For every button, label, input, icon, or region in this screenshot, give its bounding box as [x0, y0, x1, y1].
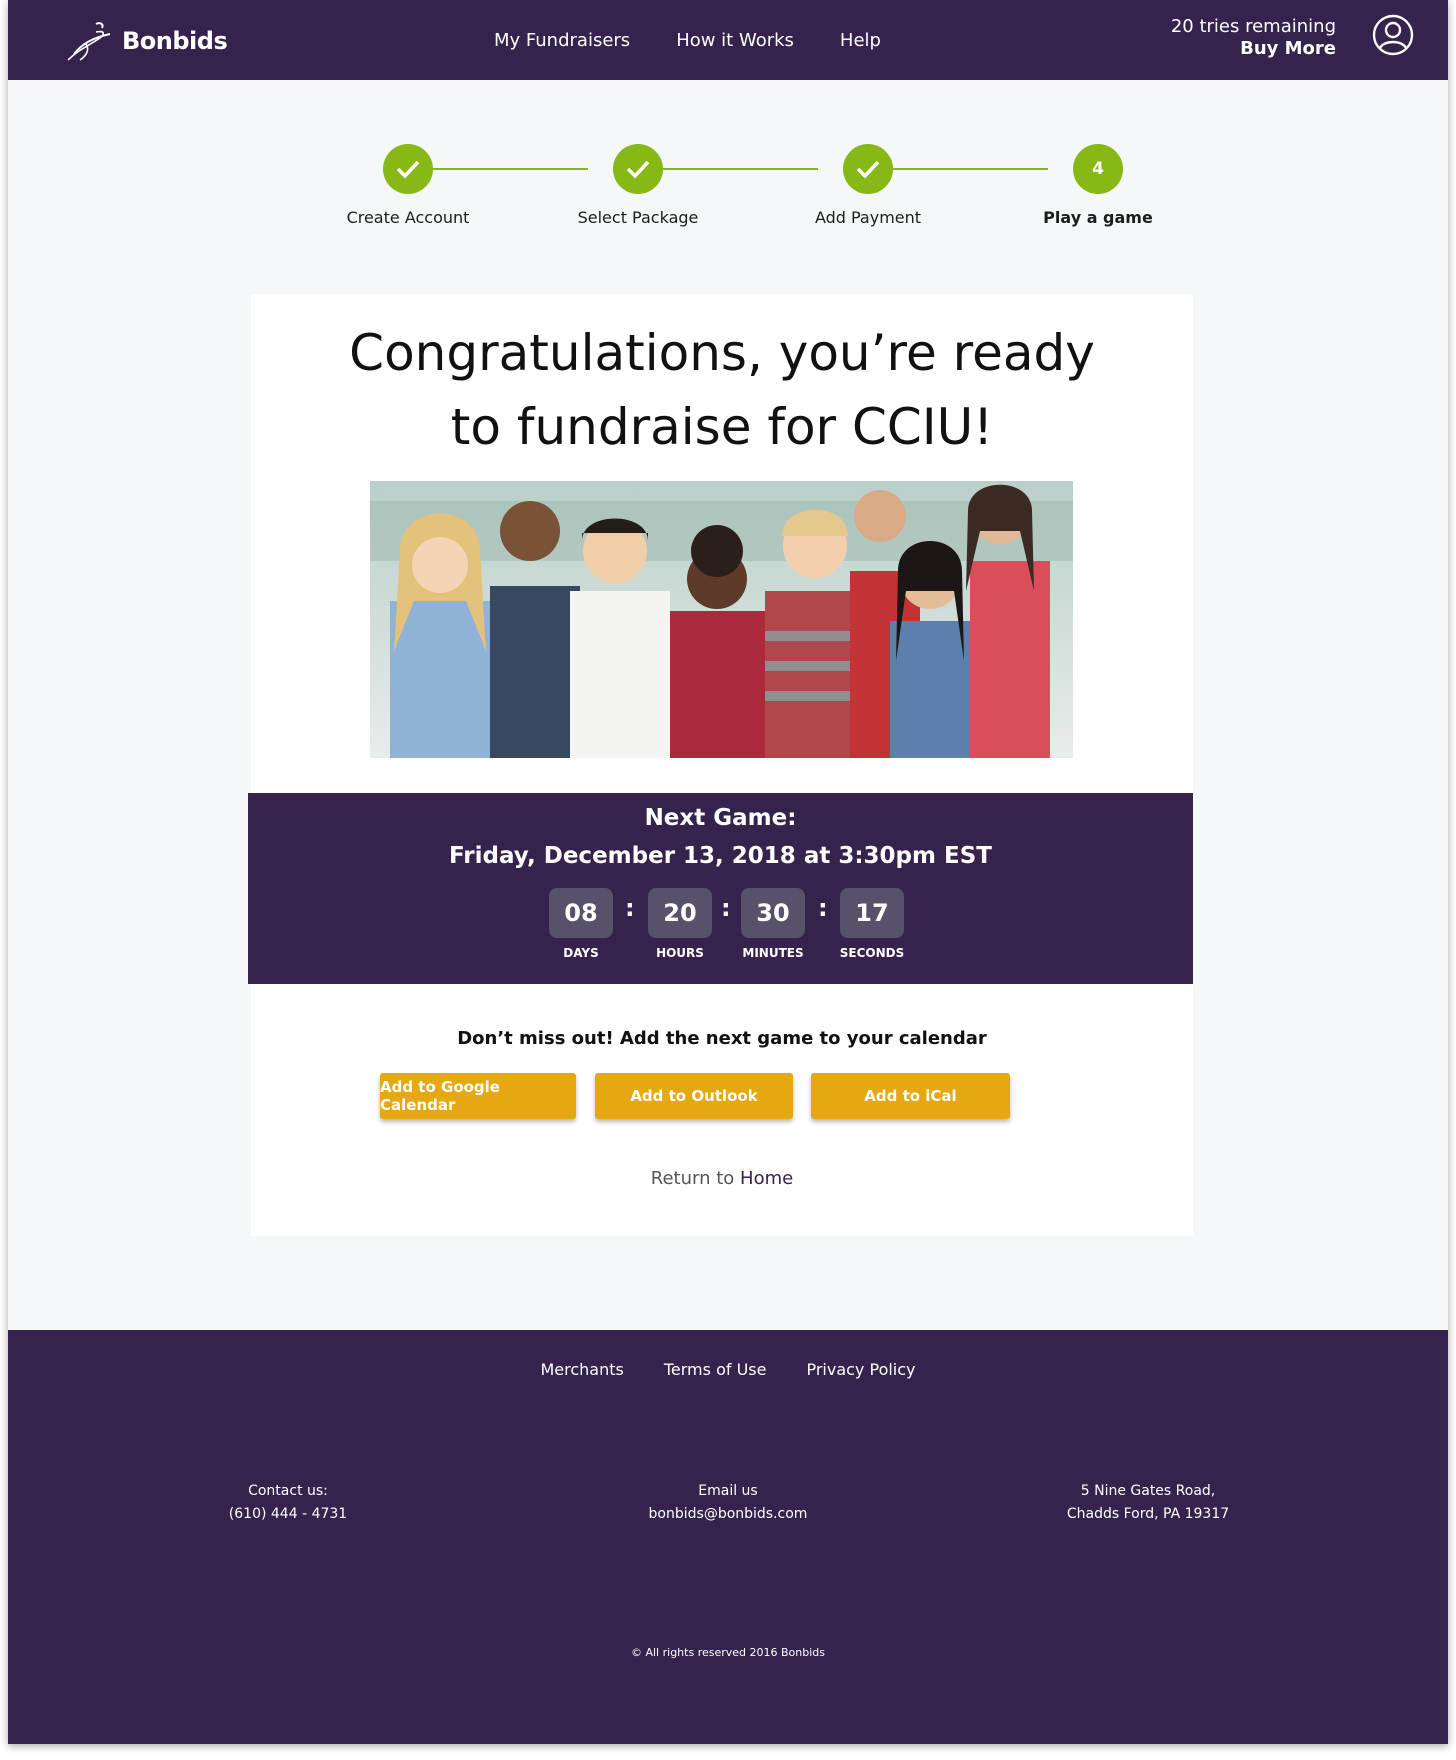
step-4-number: 4: [1073, 144, 1123, 194]
countdown-timer: 08 DAYS : 20 HOURS : 30 MINUTES : 17 SEC…: [248, 888, 1193, 978]
user-account-icon[interactable]: [1372, 14, 1414, 56]
next-game-title: Next Game:: [644, 805, 797, 831]
nav-my-fundraisers[interactable]: My Fundraisers: [494, 30, 630, 51]
countdown-minutes-label: MINUTES: [742, 946, 804, 960]
children-group-photo: [370, 481, 1073, 758]
tries-panel: 20 tries remaining Buy More: [1171, 16, 1336, 60]
top-header: Bonbids My Fundraisers How it Works Help…: [8, 0, 1448, 80]
nav-how-it-works[interactable]: How it Works: [676, 30, 794, 51]
confirmation-card: Congratulations, you’re ready to fundrai…: [251, 294, 1193, 1236]
countdown-separator: :: [625, 894, 635, 922]
footer-links: Merchants Terms of Use Privacy Policy: [8, 1360, 1448, 1379]
countdown-seconds-value: 17: [840, 888, 904, 938]
footer-link-terms[interactable]: Terms of Use: [664, 1360, 767, 1379]
brand-name: Bonbids: [122, 27, 228, 55]
buy-more-link[interactable]: Buy More: [1171, 38, 1336, 60]
main-nav: My Fundraisers How it Works Help: [494, 30, 881, 51]
countdown-separator: :: [818, 894, 828, 922]
progress-stepper: 4 Create Account Select Package Add Paym…: [8, 144, 1448, 244]
headline-line-2: to fundraise for CCIU!: [450, 398, 994, 456]
home-link[interactable]: Home: [740, 1168, 793, 1189]
step-label-create-account: Create Account: [346, 208, 470, 227]
add-outlook-button[interactable]: Add to Outlook: [595, 1073, 793, 1119]
footer-link-merchants[interactable]: Merchants: [540, 1360, 623, 1379]
return-home-text: Return to Home: [251, 1168, 1193, 1189]
countdown-hours-label: HOURS: [656, 946, 704, 960]
email-address[interactable]: bonbids@bonbids.com: [618, 1503, 838, 1526]
copyright: © All rights reserved 2016 Bonbids: [630, 1646, 826, 1659]
next-game-date: Friday, December 13, 2018 at 3:30pm EST: [449, 843, 992, 869]
address-line-2: Chadds Ford, PA 19317: [1066, 1506, 1230, 1522]
bonbids-logo[interactable]: Bonbids: [66, 18, 228, 64]
page-title: Congratulations, you’re ready to fundrai…: [251, 316, 1193, 464]
email-label: Email us: [698, 1483, 758, 1499]
page-footer: Merchants Terms of Use Privacy Policy Co…: [8, 1330, 1448, 1744]
step-1-check-icon: [383, 144, 433, 194]
countdown-days-label: DAYS: [563, 946, 599, 960]
countdown-seconds-label: SECONDS: [839, 946, 905, 960]
step-connector: [638, 168, 818, 170]
add-google-calendar-button[interactable]: Add to Google Calendar: [380, 1073, 576, 1119]
step-3-check-icon: [843, 144, 893, 194]
address-line-1: 5 Nine Gates Road,: [1080, 1483, 1216, 1499]
footer-address: 5 Nine Gates Road, Chadds Ford, PA 19317: [1028, 1480, 1268, 1526]
step-2-check-icon: [613, 144, 663, 194]
step-label-add-payment: Add Payment: [814, 208, 922, 227]
step-connector: [408, 168, 588, 170]
return-prefix: Return to: [650, 1168, 735, 1189]
countdown-days-value: 08: [549, 888, 613, 938]
page-frame: Bonbids My Fundraisers How it Works Help…: [8, 0, 1448, 1744]
next-game-banner: Next Game: Friday, December 13, 2018 at …: [248, 793, 1193, 984]
headline-line-1: Congratulations, you’re ready: [349, 324, 1095, 382]
step-label-select-package: Select Package: [577, 208, 699, 227]
footer-link-privacy[interactable]: Privacy Policy: [806, 1360, 915, 1379]
footer-email: Email us bonbids@bonbids.com: [618, 1480, 838, 1526]
footer-contact: Contact us: (610) 444 - 4731: [178, 1480, 398, 1526]
countdown-separator: :: [721, 894, 731, 922]
tries-remaining: 20 tries remaining: [1170, 16, 1336, 37]
calendar-prompt: Don’t miss out! Add the next game to you…: [457, 1028, 987, 1049]
contact-label: Contact us:: [248, 1483, 328, 1499]
step-connector: [868, 168, 1048, 170]
nav-help[interactable]: Help: [840, 30, 881, 51]
logo-runner-icon: [67, 22, 111, 61]
countdown-minutes-value: 30: [741, 888, 805, 938]
countdown-hours-value: 20: [648, 888, 712, 938]
contact-phone[interactable]: (610) 444 - 4731: [178, 1503, 398, 1526]
add-ical-button[interactable]: Add to iCal: [811, 1073, 1010, 1119]
step-label-play-a-game: Play a game: [1043, 208, 1153, 227]
